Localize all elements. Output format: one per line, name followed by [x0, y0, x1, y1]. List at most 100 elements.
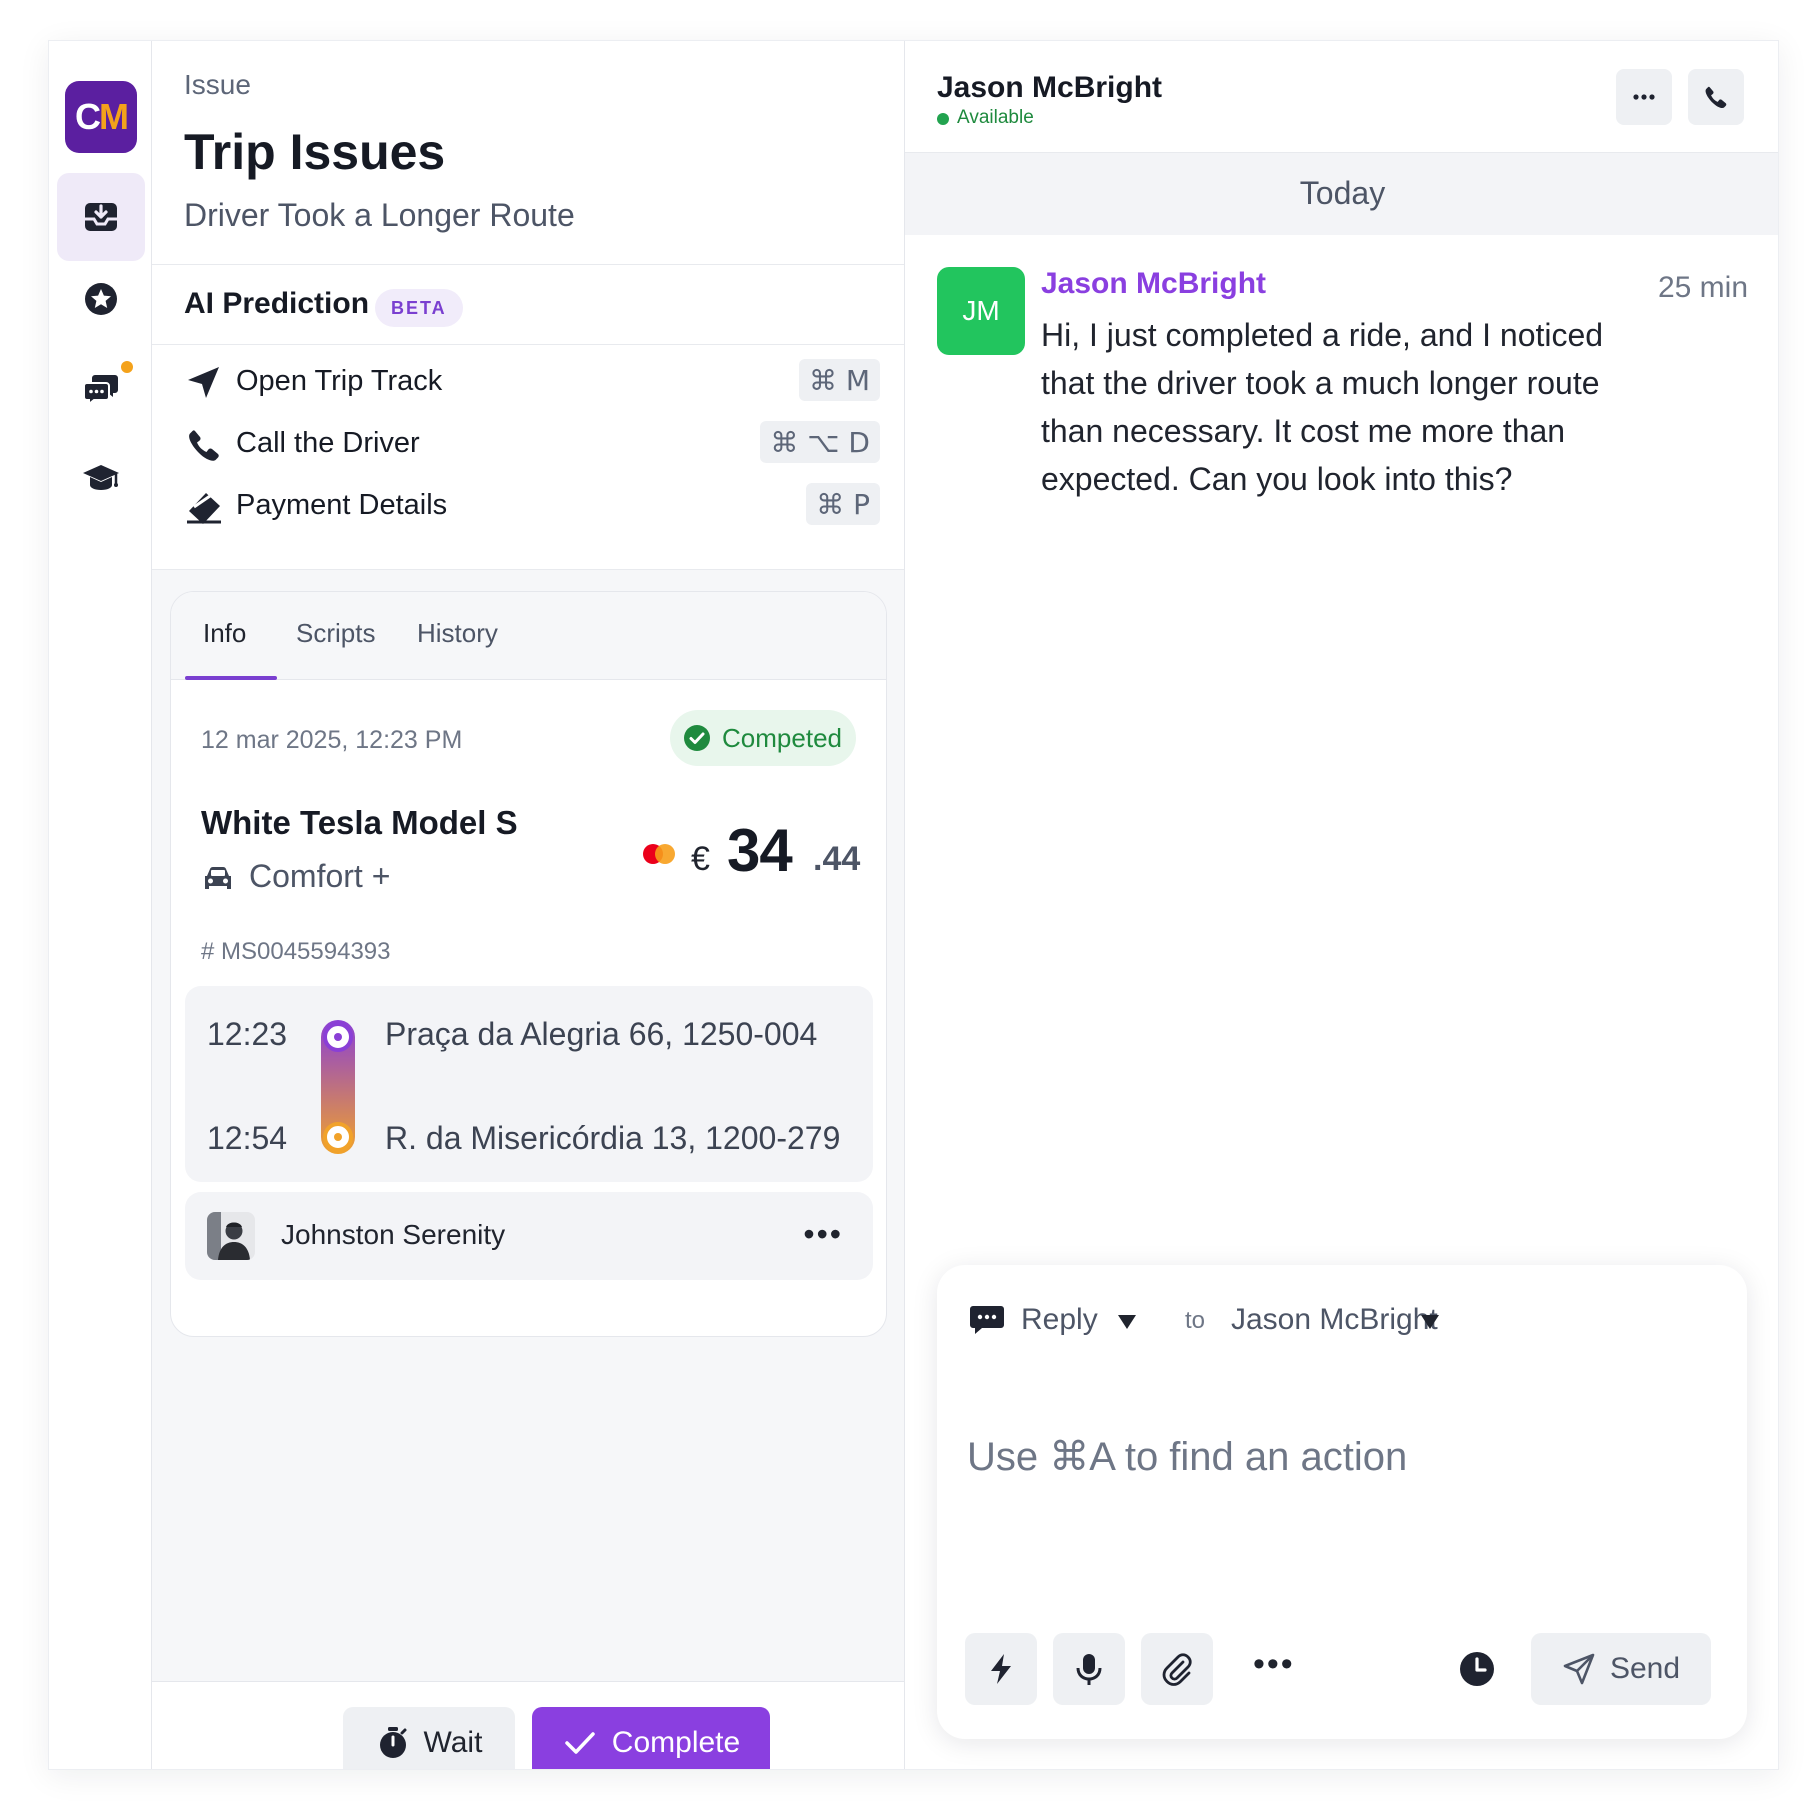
reply-composer: Reply to Jason McBright Use ⌘A to find a…: [937, 1265, 1747, 1739]
dropoff-marker-icon: [323, 1122, 353, 1152]
paperclip-icon: [1162, 1653, 1192, 1686]
issue-subtitle: Driver Took a Longer Route: [184, 197, 575, 233]
sidebar-item-favorites[interactable]: [57, 255, 145, 343]
sidebar-item-inbox[interactable]: [57, 173, 145, 261]
tab-bar: Info Scripts History: [171, 592, 886, 680]
complete-label: Complete: [611, 1726, 741, 1759]
pickup-marker-icon: [323, 1022, 353, 1052]
driver-name: Johnston Serenity: [281, 1219, 506, 1250]
send-label: Send: [1609, 1652, 1681, 1685]
issue-kicker: Issue: [184, 69, 251, 100]
checkmark-icon: [565, 1732, 595, 1754]
microphone-icon: [1076, 1654, 1102, 1685]
app-window: CM Issue Trip Issues Driver Took a Longe…: [48, 40, 1779, 1770]
vehicle-name: White Tesla Model S: [201, 804, 518, 841]
to-label: to: [1185, 1307, 1206, 1334]
price-cents: .44: [813, 840, 861, 878]
status-label: Competed: [722, 722, 842, 753]
tab-scripts[interactable]: Scripts: [296, 618, 375, 649]
mastercard-icon: [643, 844, 675, 864]
wait-label: Wait: [423, 1726, 483, 1759]
voice-button[interactable]: [1053, 1633, 1125, 1705]
driver-avatar: [207, 1212, 255, 1260]
graduation-cap-icon: [83, 465, 119, 490]
pickup-time: 12:23: [207, 1016, 288, 1052]
inbox-icon: [85, 203, 117, 231]
car-icon: [205, 867, 231, 889]
issue-panel: Issue Trip Issues Driver Took a Longer R…: [152, 41, 905, 1769]
contact-name: Jason McBright: [937, 71, 1163, 104]
chevron-down-icon[interactable]: [1421, 1315, 1439, 1329]
send-button[interactable]: Send: [1531, 1633, 1711, 1705]
sidebar-item-conversations[interactable]: [57, 345, 145, 433]
day-divider: Today: [905, 153, 1778, 235]
status-badge: Competed: [670, 710, 856, 766]
chat-more-button[interactable]: [1616, 69, 1672, 125]
message-timestamp: 25 min: [1657, 271, 1748, 304]
ride-date: 12 mar 2025, 12:23 PM: [201, 726, 463, 754]
stopwatch-icon: [379, 1727, 407, 1758]
price-currency: €: [691, 840, 710, 878]
reply-mode-select[interactable]: Reply: [1021, 1303, 1098, 1337]
credit-card-icon: [187, 493, 221, 524]
phone-icon: [1705, 86, 1727, 109]
page-title: Trip Issues: [184, 124, 446, 180]
app-logo: CM: [65, 81, 137, 153]
issue-header: Issue Trip Issues Driver Took a Longer R…: [152, 41, 904, 265]
chat-header: Jason McBright Available: [905, 41, 1778, 153]
complete-button[interactable]: Complete: [532, 1707, 770, 1769]
lightning-icon: [991, 1654, 1011, 1684]
ai-prediction-title: AI Prediction: [184, 287, 370, 320]
message-input[interactable]: [967, 1427, 1707, 1487]
presence-status: Available: [957, 107, 1034, 128]
chat-panel: Jason McBright Available Today JM Jason …: [905, 41, 1778, 1769]
wait-button[interactable]: Wait: [343, 1707, 515, 1769]
dropoff-time: 12:54: [207, 1120, 288, 1156]
route-timeline: 12:23 Praça da Alegria 66, 1250-004 12:5…: [185, 986, 873, 1182]
chevron-down-icon[interactable]: [1118, 1315, 1136, 1329]
navigation-arrow-icon: [188, 367, 219, 398]
driver-row: Johnston Serenity •••: [185, 1192, 873, 1280]
ride-class: Comfort +: [249, 858, 391, 894]
day-label: Today: [1299, 175, 1386, 211]
schedule-clock-icon[interactable]: [1457, 1649, 1497, 1689]
trip-id: # MS0045594393: [201, 938, 391, 965]
active-tab-indicator: [185, 676, 277, 680]
action-call-driver[interactable]: Call the Driver ⌘ ⌥ D: [152, 413, 904, 473]
star-badge-icon: [85, 283, 117, 315]
tab-info[interactable]: Info: [203, 618, 246, 649]
phone-icon: [189, 430, 219, 461]
beta-badge: BETA: [375, 289, 463, 327]
action-open-trip-track[interactable]: Open Trip Track ⌘ M: [152, 351, 904, 411]
sidebar-item-learning[interactable]: [57, 433, 145, 521]
call-button[interactable]: [1688, 69, 1744, 125]
more-tools-icon[interactable]: •••: [1253, 1645, 1295, 1684]
more-horizontal-icon: [1633, 94, 1655, 100]
pickup-address: Praça da Alegria 66, 1250-004: [385, 1016, 818, 1052]
trip-card: Info Scripts History 12 mar 2025, 12:23 …: [170, 591, 887, 1337]
sidebar: CM: [49, 41, 152, 1769]
quick-action-button[interactable]: [965, 1633, 1037, 1705]
send-icon: [1563, 1653, 1595, 1685]
dropoff-address: R. da Misericórdia 13, 1200-279: [385, 1120, 841, 1156]
avatar: JM: [937, 267, 1025, 355]
ai-actions-list: Open Trip Track ⌘ M Call the Driver ⌘ ⌥ …: [152, 345, 904, 569]
check-circle-icon: [684, 725, 711, 751]
tab-history[interactable]: History: [417, 618, 498, 649]
notification-dot: [121, 361, 133, 373]
message-author: Jason McBright: [1041, 267, 1267, 300]
shortcut-hint: ⌘ P: [806, 483, 880, 525]
presence-dot: [937, 113, 949, 125]
shortcut-hint: ⌘ M: [798, 359, 880, 401]
price-amount: 34: [727, 817, 793, 884]
recipient-select[interactable]: Jason McBright: [1231, 1303, 1438, 1337]
ai-prediction-header: AI Prediction BETA: [152, 265, 904, 345]
action-payment-details[interactable]: Payment Details ⌘ P: [152, 475, 904, 535]
more-options-icon[interactable]: •••: [803, 1216, 843, 1253]
shortcut-hint: ⌘ ⌥ D: [760, 421, 880, 463]
attach-button[interactable]: [1141, 1633, 1213, 1705]
message-bubble-icon: [970, 1306, 1004, 1334]
action-footer: [152, 1681, 904, 1769]
chat-bubbles-icon: [83, 375, 118, 407]
message-text: Hi, I just completed a ride, and I notic…: [1041, 317, 1604, 497]
